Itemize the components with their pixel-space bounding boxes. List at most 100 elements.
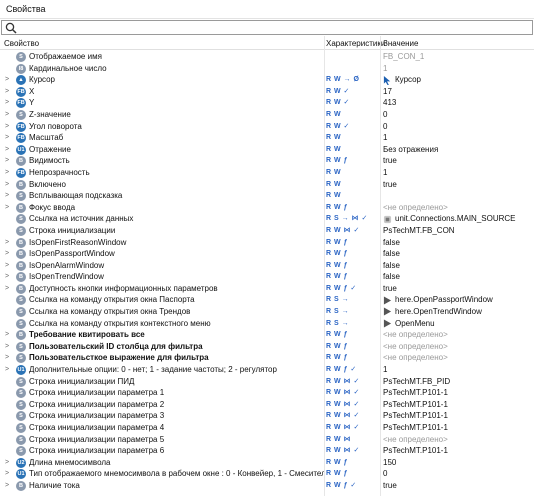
property-value[interactable]: <не определено> [383, 341, 448, 353]
property-row[interactable]: > B Видимость R W ƒ true [0, 155, 534, 167]
property-value[interactable]: 413 [383, 97, 396, 109]
search-input[interactable] [1, 20, 533, 35]
property-row[interactable]: > B IsOpenAlarmWindow R W ƒ false [0, 260, 534, 272]
property-value[interactable]: false [383, 271, 400, 283]
property-row[interactable]: > S Z-значение R W 0 [0, 109, 534, 121]
expand-chevron-icon[interactable]: > [5, 167, 13, 178]
property-row[interactable]: > B Фокус ввода R W ƒ <не определено> [0, 202, 534, 214]
property-row[interactable]: > FB Угол поворота R W ✓ 0 [0, 121, 534, 133]
property-value[interactable]: true [383, 283, 397, 295]
property-row[interactable]: > B Требование квитировать все R W ƒ <не опр… [0, 329, 534, 341]
property-row[interactable]: > ▲ Курсор R W → Ø Курсор [0, 74, 534, 86]
expand-chevron-icon[interactable]: > [5, 109, 13, 120]
property-value[interactable]: 1 [383, 167, 387, 179]
property-value[interactable]: 150 [383, 457, 396, 469]
property-row[interactable]: > B Включено R W true [0, 179, 534, 191]
expand-chevron-icon[interactable]: > [5, 132, 13, 143]
property-row[interactable]: > B Наличие тока R W ƒ ✓ true [0, 480, 534, 492]
property-row[interactable]: > U1 Отражение R W Без отражения [0, 144, 534, 156]
expand-chevron-icon[interactable]: > [5, 329, 13, 340]
expand-chevron-icon[interactable]: > [5, 97, 13, 108]
property-row[interactable]: > B Доступность кнопки информационных пара… [0, 283, 534, 295]
property-row[interactable]: S Строка инициализации параметра 3 R W ⋈ ✓… [0, 410, 534, 422]
property-value[interactable]: 1 [383, 63, 387, 75]
expand-chevron-icon[interactable]: > [5, 341, 13, 352]
property-value[interactable]: PsTechMT.P101-1 [383, 399, 448, 411]
property-row[interactable]: S Строка инициализации параметра 6 R W ⋈ ✓… [0, 445, 534, 457]
property-row[interactable]: > S Всплывающая подсказка R W [0, 190, 534, 202]
expand-chevron-icon[interactable]: > [5, 74, 13, 85]
property-value[interactable]: <не определено> [383, 202, 448, 214]
expand-chevron-icon[interactable]: > [5, 352, 13, 363]
property-row[interactable]: S Ссылка на источник данных R S → ⋈ ✓ unit.… [0, 213, 534, 225]
expand-chevron-icon[interactable]: > [5, 237, 13, 248]
property-value[interactable]: <не определено> [383, 434, 448, 446]
property-value[interactable]: true [383, 480, 397, 492]
property-value[interactable]: 0 [383, 468, 387, 480]
property-value[interactable]: <не определено> [383, 329, 448, 341]
expand-chevron-icon[interactable]: > [5, 179, 13, 190]
property-row[interactable]: S Ссылка на команду открытия окна Трендов… [0, 306, 534, 318]
expand-chevron-icon[interactable]: > [5, 248, 13, 259]
property-value[interactable]: PsTechMT.P101-1 [383, 445, 448, 457]
property-value[interactable]: OpenMenu [383, 318, 435, 330]
property-row[interactable]: S Строка инициализации R W ⋈ ✓ PsTechMT.FB_… [0, 225, 534, 237]
property-row[interactable]: > B IsOpenPassportWindow R W ƒ false [0, 248, 534, 260]
property-row[interactable]: > S Пользовательсткое выражение для фильтр… [0, 352, 534, 364]
header-property[interactable]: Свойство [4, 39, 39, 48]
property-row[interactable]: S Отображаемое имя FB_CON_1 [0, 51, 534, 63]
expand-chevron-icon[interactable]: > [5, 260, 13, 271]
expand-chevron-icon[interactable]: > [5, 364, 13, 375]
property-value[interactable]: FB_CON_1 [383, 51, 424, 63]
property-value[interactable]: 0 [383, 109, 387, 121]
expand-chevron-icon[interactable]: > [5, 271, 13, 282]
header-value[interactable]: Значение [383, 39, 418, 48]
property-value[interactable]: false [383, 248, 400, 260]
property-value[interactable]: <не определено> [383, 352, 448, 364]
property-row[interactable]: > FB Непрозрачность R W 1 [0, 167, 534, 179]
property-value[interactable]: false [383, 260, 400, 272]
property-row[interactable]: > B IsOpenFirstReasonWindow R W ƒ false [0, 237, 534, 249]
property-row[interactable]: S Строка инициализации ПИД R W ⋈ ✓ PsTechMT… [0, 376, 534, 388]
property-value[interactable]: Без отражения [383, 144, 438, 156]
property-row[interactable]: > FB Y R W ✓ 413 [0, 97, 534, 109]
property-value[interactable]: 0 [383, 121, 387, 133]
property-value[interactable]: 1 [383, 132, 387, 144]
expand-chevron-icon[interactable]: > [5, 86, 13, 97]
expand-chevron-icon[interactable]: > [5, 457, 13, 468]
property-row[interactable]: > FB Масштаб R W 1 [0, 132, 534, 144]
expand-chevron-icon[interactable]: > [5, 144, 13, 155]
property-value[interactable]: true [383, 155, 397, 167]
header-characteristics[interactable]: Характеристики [326, 39, 385, 48]
property-value[interactable]: PsTechMT.P101-1 [383, 422, 448, 434]
property-row[interactable]: > S Пользовательский ID столбца для фильтр… [0, 341, 534, 353]
property-value[interactable]: PsTechMT.P101-1 [383, 410, 448, 422]
property-row[interactable]: > FB X R W ✓ 17 [0, 86, 534, 98]
property-row[interactable]: S Ссылка на команду открытия контекстного… [0, 318, 534, 330]
expand-chevron-icon[interactable]: > [5, 202, 13, 213]
property-value[interactable]: 17 [383, 86, 392, 98]
property-row[interactable]: > U1 Тип отображаемого мнемосимвола в рабо… [0, 468, 534, 480]
property-value[interactable]: false [383, 237, 400, 249]
property-row[interactable]: S Строка инициализации параметра 1 R W ⋈ ✓… [0, 387, 534, 399]
property-row[interactable]: I8 Кардинальное число 1 [0, 63, 534, 75]
property-value[interactable]: unit.Connections.MAIN_SOURCE [383, 213, 516, 225]
property-row[interactable]: S Ссылка на команду открытия окна Паспорт… [0, 294, 534, 306]
property-value[interactable]: 1 [383, 364, 387, 376]
property-row[interactable]: S Строка инициализации параметра 5 R W ⋈ <н… [0, 434, 534, 446]
property-row[interactable]: > U1 Дополнительные опции: 0 - нет; 1 - за… [0, 364, 534, 376]
property-value[interactable]: PsTechMT.P101-1 [383, 387, 448, 399]
property-row[interactable]: S Строка инициализации параметра 4 R W ⋈ ✓… [0, 422, 534, 434]
expand-chevron-icon[interactable]: > [5, 468, 13, 479]
property-value[interactable]: Курсор [383, 74, 421, 86]
property-value[interactable]: true [383, 179, 397, 191]
property-value[interactable]: PsTechMT.FB_CON [383, 225, 455, 237]
property-row[interactable]: > B IsOpenTrendWindow R W ƒ false [0, 271, 534, 283]
expand-chevron-icon[interactable]: > [5, 283, 13, 294]
property-value[interactable]: here.OpenPassportWindow [383, 294, 493, 306]
property-row[interactable]: S Строка инициализации параметра 2 R W ⋈ ✓… [0, 399, 534, 411]
expand-chevron-icon[interactable]: > [5, 121, 13, 132]
property-value[interactable]: here.OpenTrendWindow [383, 306, 482, 318]
property-row[interactable]: > U2 Длина мнемосимвола R W ƒ 150 [0, 457, 534, 469]
expand-chevron-icon[interactable]: > [5, 480, 13, 491]
